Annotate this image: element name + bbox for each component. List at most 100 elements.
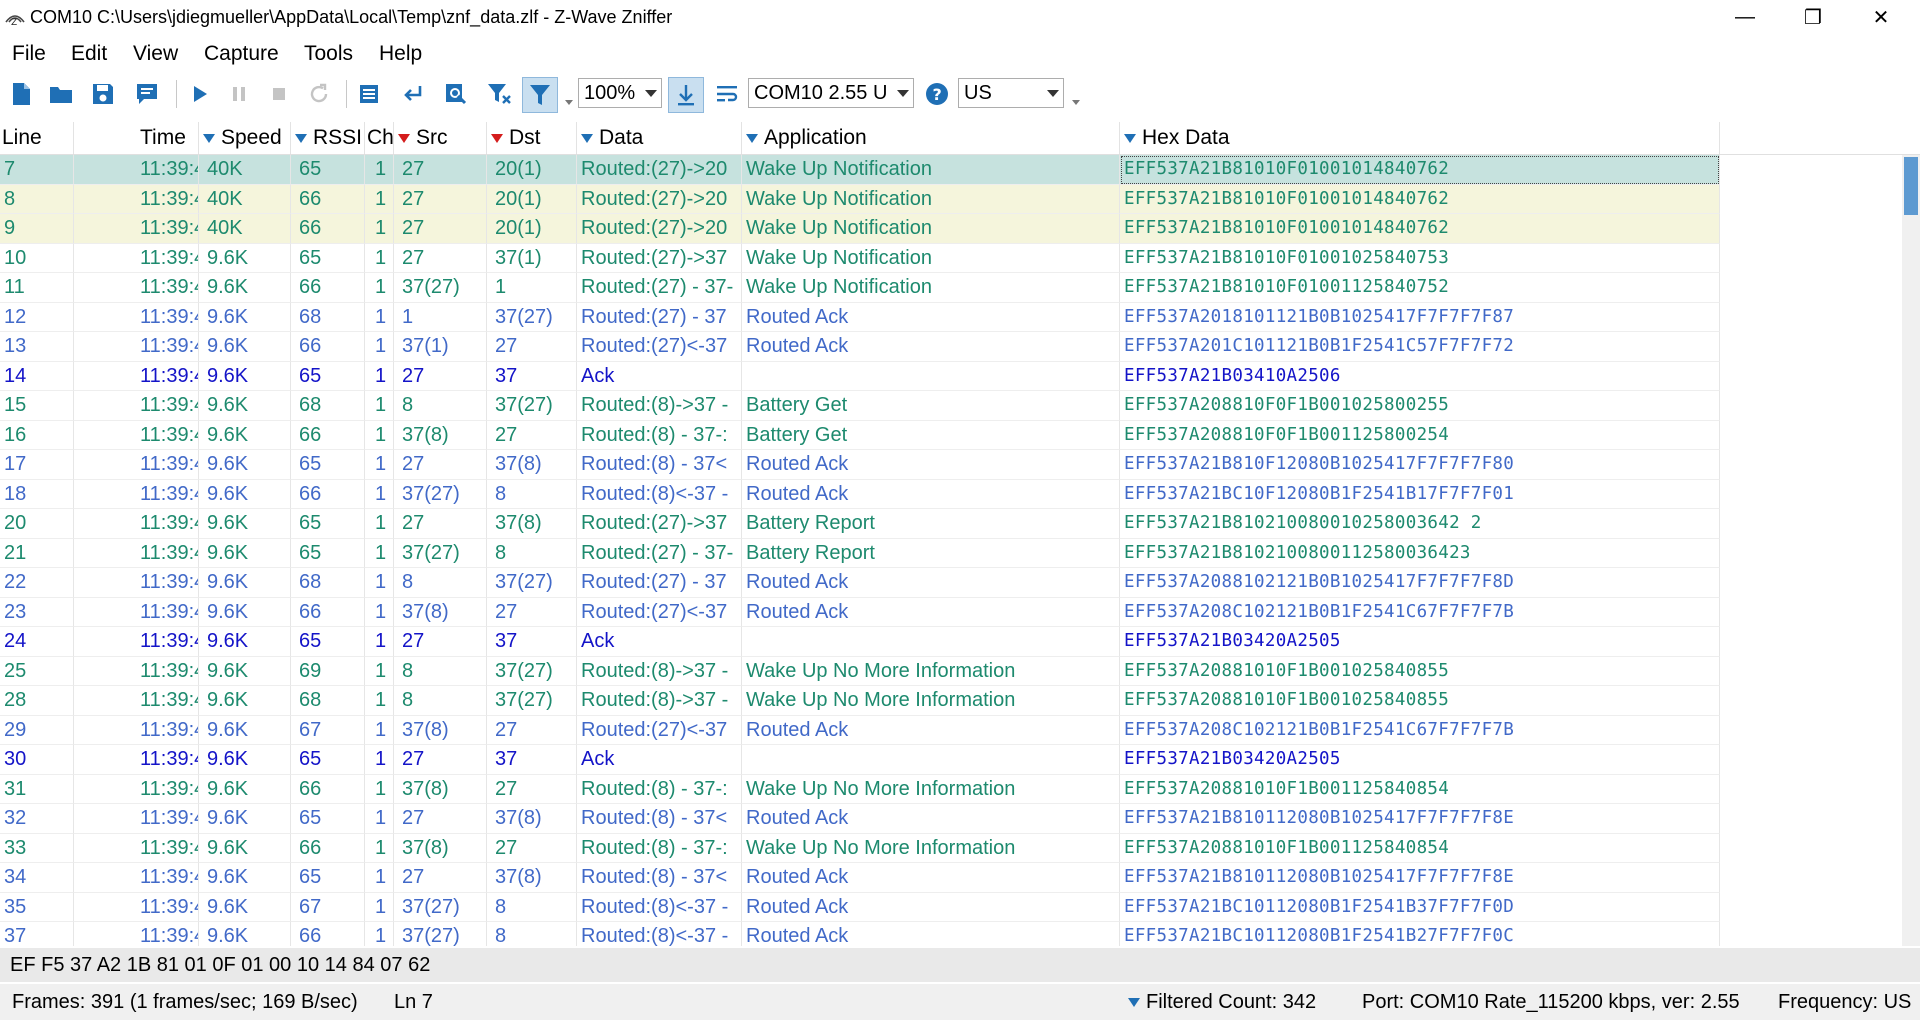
new-file-button[interactable]	[6, 79, 36, 109]
find-button[interactable]	[441, 79, 471, 109]
pause-capture-button[interactable]	[224, 79, 254, 109]
cell-hex: EFF537A21B81010F01001014840762	[1120, 155, 1720, 185]
open-folder-button[interactable]	[46, 79, 76, 109]
frame-row[interactable]: 2311:39:44.7139.6K66137(8)27Routed:(27)<…	[0, 597, 1900, 627]
column-header-src[interactable]: Src	[394, 122, 487, 154]
cell-data: Ack	[577, 745, 742, 775]
goto-line-button[interactable]	[398, 79, 428, 109]
cell-app: Wake Up No More Information	[742, 774, 1120, 804]
frame-row[interactable]: 2011:39:44.6369.6K6512737(8)Routed:(27)-…	[0, 509, 1900, 539]
filter-icon[interactable]	[581, 133, 593, 143]
filter-active-icon[interactable]	[398, 133, 410, 143]
menu-file[interactable]: File	[12, 42, 46, 66]
frame-row[interactable]: 911:39:43.88940K6612720(1)Routed:(27)->2…	[0, 214, 1900, 244]
frame-row[interactable]: 811:39:43.22740K6612720(1)Routed:(27)->2…	[0, 184, 1900, 214]
cell-dst: 8	[487, 892, 577, 922]
cell-hex: EFF537A21BC10F12080B1F2541B17F7F7F01	[1120, 479, 1720, 509]
autoscroll-button[interactable]	[668, 77, 704, 113]
frame-row[interactable]: 3311:39:45.6149.6K66137(8)27Routed:(8) -…	[0, 833, 1900, 863]
menu-tools[interactable]: Tools	[304, 42, 353, 66]
cell-dst: 37	[487, 627, 577, 657]
cell-ch: 1	[365, 420, 394, 450]
frame-row[interactable]: 3411:39:46.6599.6K6512737(8)Routed:(8) -…	[0, 863, 1900, 893]
clear-filter-button[interactable]	[484, 79, 514, 109]
menu-view[interactable]: View	[133, 42, 178, 66]
frame-row[interactable]: 1411:39:44.3399.6K6512737Ack EFF537A21B03…	[0, 361, 1900, 391]
restart-capture-button[interactable]	[304, 79, 334, 109]
stop-capture-button[interactable]	[264, 79, 294, 109]
vertical-scrollbar[interactable]	[1902, 155, 1920, 946]
comments-button[interactable]	[132, 79, 162, 109]
frame-row[interactable]: 2411:39:44.7319.6K6512737Ack EFF537A21B03…	[0, 627, 1900, 657]
overflow-chevron-icon[interactable]	[1072, 100, 1080, 105]
word-wrap-button[interactable]	[712, 79, 742, 109]
region-select[interactable]: US	[958, 78, 1064, 108]
column-header-line[interactable]: Line	[0, 122, 74, 154]
column-header-rssi[interactable]: RSSI	[291, 122, 365, 154]
filter-icon[interactable]	[295, 133, 307, 143]
start-capture-button[interactable]	[184, 79, 214, 109]
cell-hex: EFF537A20881010F1B001025840855	[1120, 656, 1720, 686]
frame-row[interactable]: 3011:39:45.5409.6K6512737Ack EFF537A21B03…	[0, 745, 1900, 775]
menu-help[interactable]: Help	[379, 42, 422, 66]
comment-icon	[137, 84, 157, 104]
cell-ch: 1	[365, 332, 394, 362]
overflow-chevron-icon[interactable]	[565, 100, 573, 105]
toolbar-separator	[176, 80, 177, 108]
cell-time: 11:39:45.614	[74, 833, 199, 863]
frame-row[interactable]: 1511:39:44.4749.6K681837(27)Routed:(8)->…	[0, 391, 1900, 421]
frame-row[interactable]: 1311:39:44.3209.6K66137(1)27Routed:(27)<…	[0, 332, 1900, 362]
frame-row[interactable]: 2211:39:44.6879.6K681837(27)Routed:(27) …	[0, 568, 1900, 598]
cell-line: 17	[0, 450, 74, 480]
column-header-application[interactable]: Application	[742, 122, 1120, 154]
cell-speed: 9.6K	[199, 361, 291, 391]
help-button[interactable]: ?	[922, 79, 952, 109]
filter-icon[interactable]	[1124, 133, 1136, 143]
cell-app	[742, 745, 1120, 775]
column-header-dst[interactable]: Dst	[487, 122, 577, 154]
menu-capture[interactable]: Capture	[204, 42, 279, 66]
cell-data: Routed:(8)->37 -	[577, 656, 742, 686]
frame-list-button[interactable]	[354, 79, 384, 109]
filter-icon[interactable]	[746, 133, 758, 143]
save-button[interactable]	[88, 79, 118, 109]
cell-dst: 37(27)	[487, 302, 577, 332]
maximize-button[interactable]: ❐	[1779, 0, 1847, 34]
scrollbar-thumb[interactable]	[1904, 157, 1918, 215]
frame-row[interactable]: 1111:39:44.2659.6K66137(27)1Routed:(27) …	[0, 273, 1900, 303]
column-header-data[interactable]: Data	[577, 122, 742, 154]
cell-speed: 9.6K	[199, 509, 291, 539]
filter-active-icon[interactable]	[491, 133, 503, 143]
frame-row[interactable]: 3711:39:46.7329.6K66137(27)8Routed:(8)<-…	[0, 922, 1900, 946]
filter-toggle-button[interactable]	[522, 77, 558, 113]
frame-row[interactable]: 2111:39:44.6619.6K65137(27)8Routed:(27) …	[0, 538, 1900, 568]
frame-row[interactable]: 1711:39:44.5239.6K6512737(8)Routed:(8) -…	[0, 450, 1900, 480]
frame-row[interactable]: 2911:39:45.5229.6K67137(8)27Routed:(27)<…	[0, 715, 1900, 745]
frame-row[interactable]: 3111:39:45.5639.6K66137(8)27Routed:(8) -…	[0, 774, 1900, 804]
column-header-time[interactable]: Time	[74, 122, 199, 154]
close-button[interactable]: ✕	[1847, 0, 1915, 34]
menu-edit[interactable]: Edit	[71, 42, 107, 66]
frame-row[interactable]: 711:39:42.24240K6512720(1)Routed:(27)->2…	[0, 155, 1900, 185]
frame-row[interactable]: 2811:39:45.1719.6K681837(27)Routed:(8)->…	[0, 686, 1900, 716]
column-header-ch[interactable]: Ch	[365, 122, 394, 154]
port-select[interactable]: COM10 2.55 U	[748, 78, 914, 108]
cell-app: Wake Up No More Information	[742, 686, 1120, 716]
frame-row[interactable]: 1211:39:44.2939.6K681137(27)Routed:(27) …	[0, 302, 1900, 332]
frame-row[interactable]: 1611:39:44.4979.6K66137(8)27Routed:(8) -…	[0, 420, 1900, 450]
zoom-select[interactable]: 100%	[578, 78, 662, 108]
column-header-hex-data[interactable]: Hex Data	[1120, 122, 1720, 154]
column-label: RSSI	[313, 126, 363, 149]
cell-data: Routed:(27)<-37	[577, 332, 742, 362]
cell-rssi: 68	[291, 391, 365, 421]
frame-row[interactable]: 1011:39:44.2409.6K6512737(1)Routed:(27)-…	[0, 243, 1900, 273]
minimize-button[interactable]: —	[1711, 0, 1779, 34]
column-header-speed[interactable]: Speed	[199, 122, 291, 154]
filter-icon[interactable]	[203, 133, 215, 143]
frame-row[interactable]: 3511:39:46.6869.6K67137(27)8Routed:(8)<-…	[0, 892, 1900, 922]
new-file-icon	[13, 83, 30, 105]
cell-dst: 37(27)	[487, 391, 577, 421]
frame-row[interactable]: 1811:39:44.5509.6K66137(27)8Routed:(8)<-…	[0, 479, 1900, 509]
frame-row[interactable]: 3211:39:45.5909.6K6512737(8)Routed:(8) -…	[0, 804, 1900, 834]
frame-row[interactable]: 2511:39:44.7979.6K691837(27)Routed:(8)->…	[0, 656, 1900, 686]
